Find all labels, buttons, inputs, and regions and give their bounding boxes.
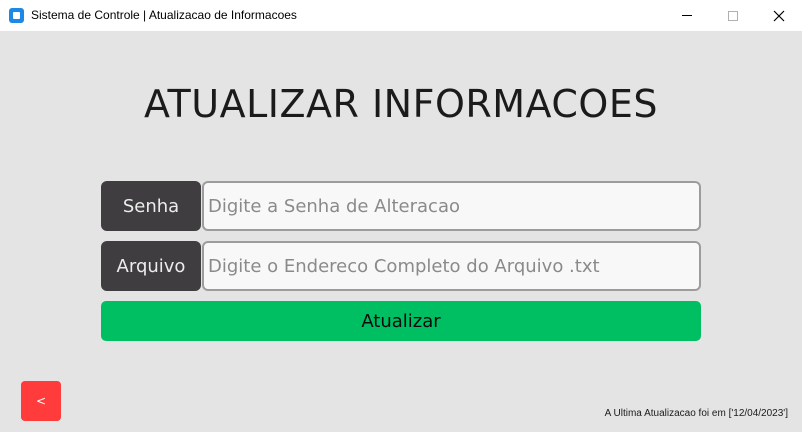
maximize-button[interactable] bbox=[710, 0, 756, 31]
maximize-icon bbox=[728, 10, 738, 21]
last-update-status: A Ultima Atualizacao foi em ['12/04/2023… bbox=[604, 408, 788, 419]
minimize-icon bbox=[682, 15, 692, 16]
password-label: Senha bbox=[101, 181, 201, 231]
minimize-button[interactable] bbox=[664, 0, 710, 31]
window-title: Sistema de Controle | Atualizacao de Inf… bbox=[31, 8, 297, 22]
update-button[interactable]: Atualizar bbox=[101, 301, 701, 341]
title-bar: Sistema de Controle | Atualizacao de Inf… bbox=[0, 0, 802, 31]
close-icon bbox=[773, 10, 785, 21]
file-path-input[interactable] bbox=[202, 241, 701, 291]
back-button[interactable]: < bbox=[21, 381, 61, 421]
file-label: Arquivo bbox=[101, 241, 201, 291]
page-title: ATUALIZAR INFORMACOES bbox=[144, 82, 658, 126]
password-input[interactable] bbox=[202, 181, 701, 231]
close-button[interactable] bbox=[756, 0, 802, 31]
app-icon bbox=[9, 8, 24, 23]
